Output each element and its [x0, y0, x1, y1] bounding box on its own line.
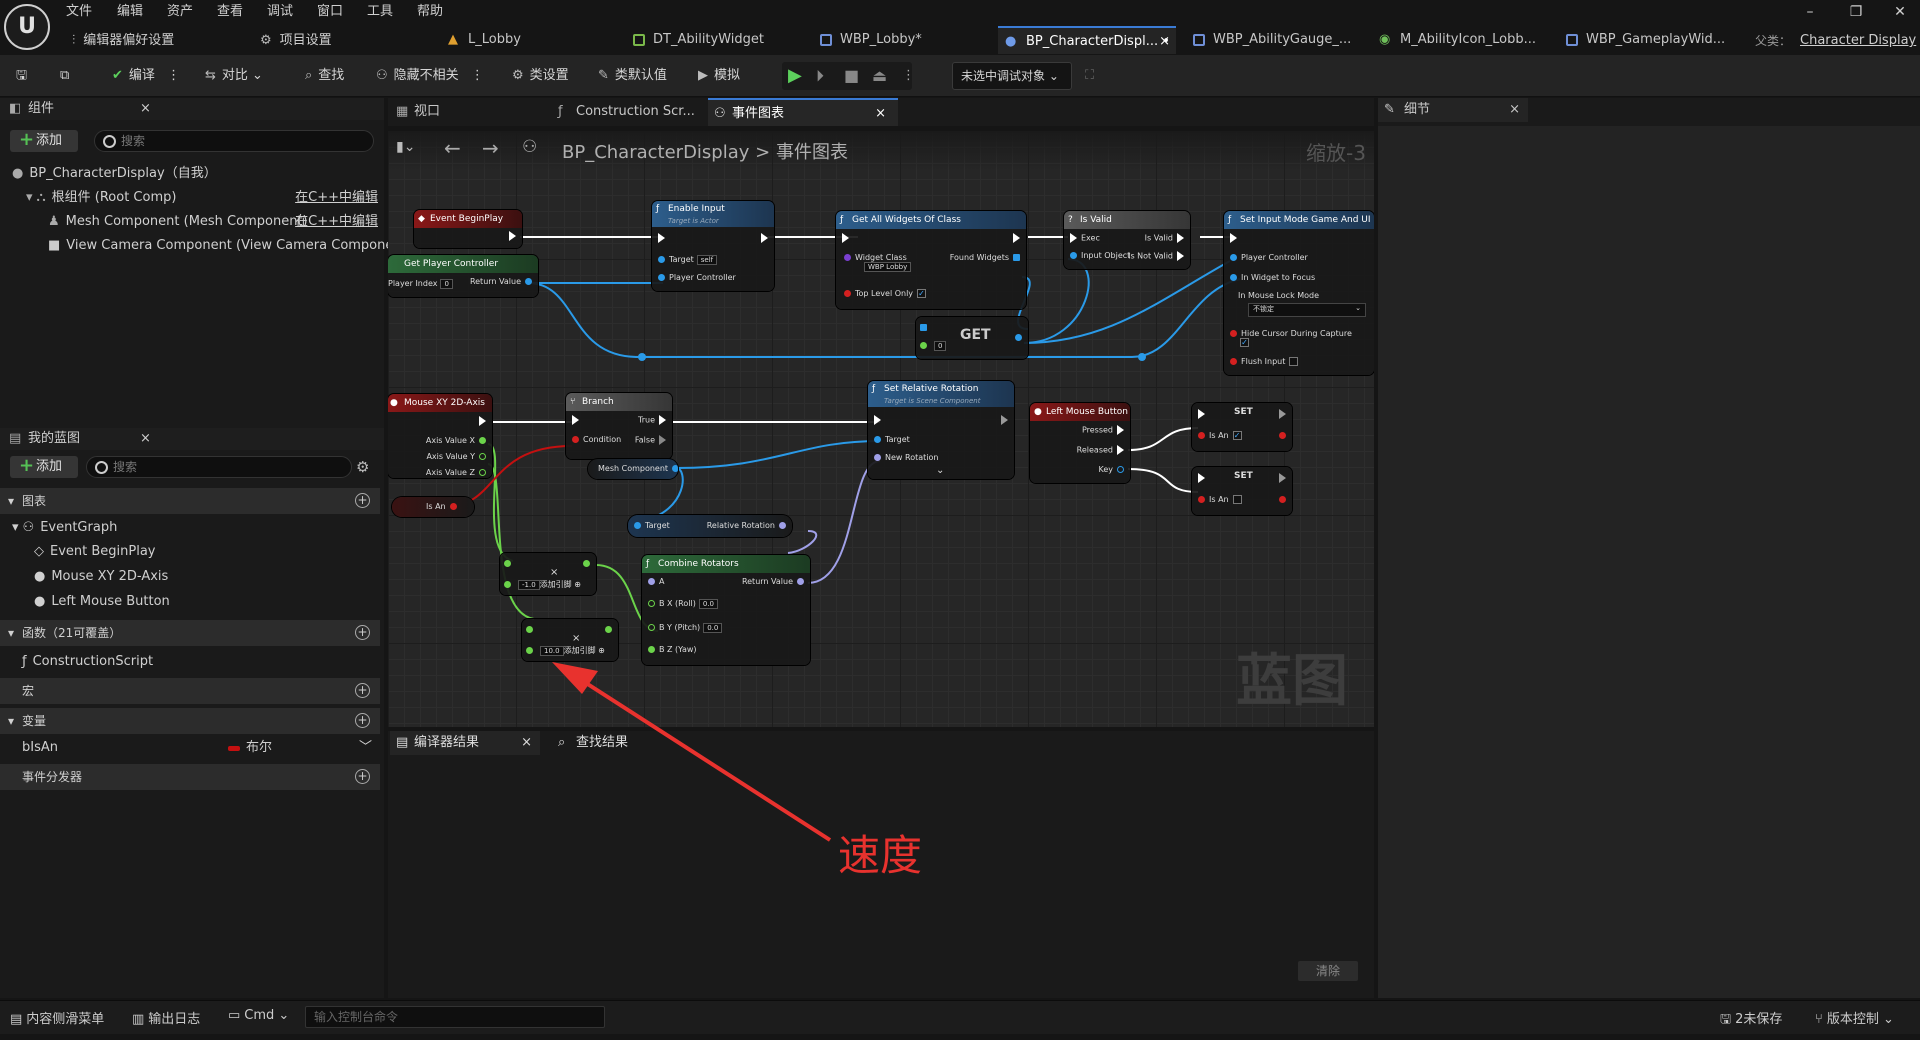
status-bar: ▤ 内容侧滑菜单 ▥ 输出日志 ▭ Cmd ⌄ 输入控制台命令 🖫 2未保存 ⑂ 版本控制… [0, 1000, 1920, 1034]
log-icon: ▥ [132, 1012, 145, 1027]
save-icon: 🖫 [1720, 1012, 1732, 1027]
annotation-arrowhead [552, 662, 598, 694]
console-input[interactable]: 输入控制台命令 [305, 1006, 605, 1028]
output-log-button[interactable]: ▥ 输出日志 [132, 1008, 200, 1027]
terminal-icon: ▭ [228, 1008, 241, 1023]
annotation-layer [552, 662, 832, 842]
cmd-select[interactable]: ▭ Cmd ⌄ [228, 1008, 289, 1023]
unsaved-button[interactable]: 🖫 2未保存 [1720, 1008, 1782, 1032]
annotation-arrow [570, 672, 832, 842]
branch-icon: ⑂ [1815, 1012, 1823, 1027]
content-drawer-button[interactable]: ▤ 内容侧滑菜单 [10, 1008, 104, 1027]
source-control-button[interactable]: ⑂ 版本控制 ⌄ [1815, 1008, 1894, 1027]
drawer-icon: ▤ [10, 1012, 23, 1027]
annotation-label: 速度 [838, 831, 923, 880]
